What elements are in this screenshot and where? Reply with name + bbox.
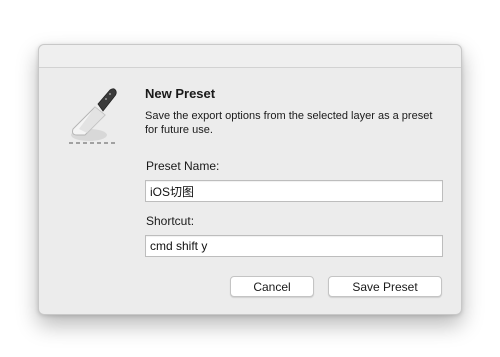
shortcut-label: Shortcut: [146,214,195,228]
preset-name-label: Preset Name: [146,159,220,173]
cancel-button[interactable]: Cancel [230,276,314,297]
shortcut-input[interactable] [145,235,443,257]
dialog-titlebar[interactable] [39,45,461,68]
new-preset-dialog: New Preset Save the export options from … [38,44,462,315]
dialog-title: New Preset [145,86,216,101]
preset-name-input[interactable] [145,180,443,202]
knife-slice-icon [65,85,121,147]
dialog-description: Save the export options from the selecte… [145,110,433,136]
save-preset-button[interactable]: Save Preset [328,276,442,297]
